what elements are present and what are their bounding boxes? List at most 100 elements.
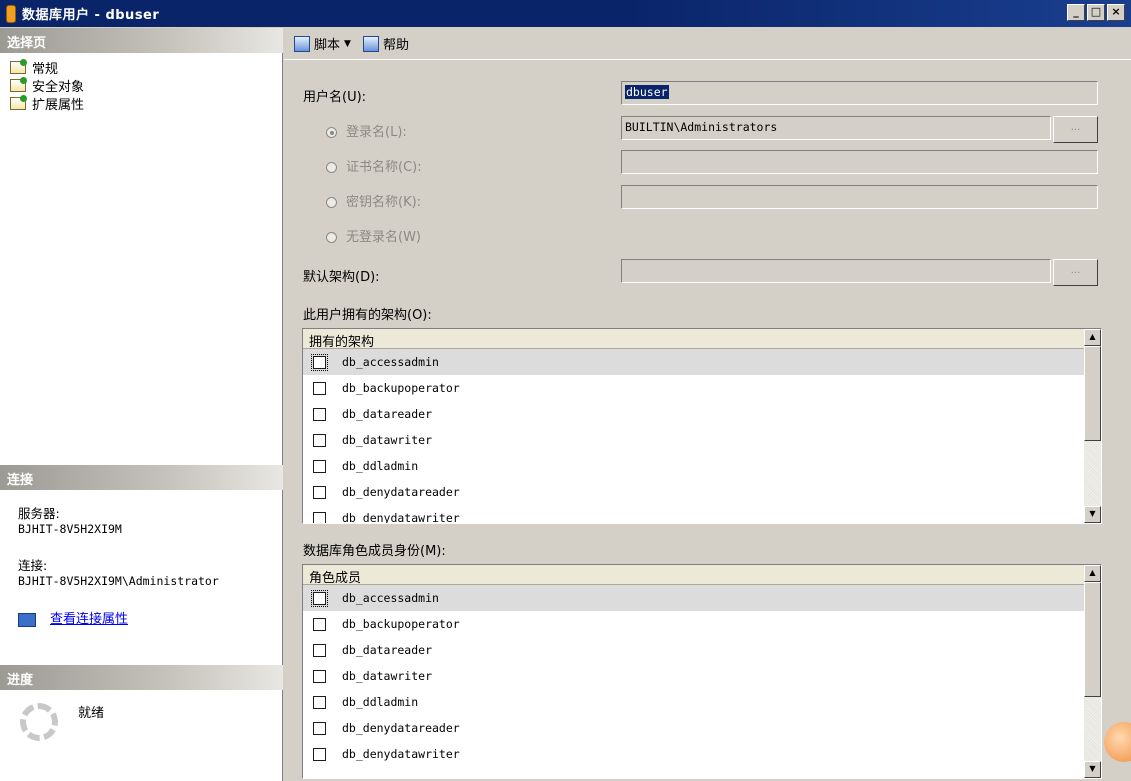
checkbox[interactable] (313, 643, 326, 657)
minimize-button[interactable]: _ (1067, 4, 1085, 21)
checkbox[interactable] (311, 589, 328, 607)
scroll-up-icon[interactable]: ▲ (1084, 329, 1101, 346)
chevron-down-icon[interactable]: ▼ (344, 39, 351, 49)
page-item-general[interactable]: 常规 (10, 58, 84, 77)
key-name-option[interactable]: 密钥名称(K): (326, 191, 421, 210)
help-icon (362, 35, 379, 52)
role-name: db_accessadmin (342, 591, 439, 605)
server-label: 服务器: (18, 506, 60, 521)
schema-name: db_datareader (342, 407, 433, 421)
checkbox[interactable] (313, 459, 326, 473)
maximize-button[interactable]: □ (1087, 4, 1105, 21)
checkbox[interactable] (313, 407, 326, 421)
checkbox[interactable] (313, 695, 326, 709)
role-name: db_backupoperator (342, 617, 460, 631)
general-page: 用户名(U): dbuser 登录名(L): BUILTIN\Administr… (284, 61, 1131, 781)
table-row[interactable]: db_accessadmin (303, 349, 1101, 375)
table-row[interactable]: db_denydatareader (303, 479, 1101, 505)
role-name: db_denydatawriter (342, 747, 460, 761)
table-row[interactable]: db_datawriter (303, 663, 1101, 689)
login-name-input[interactable]: BUILTIN\Administrators (621, 116, 1051, 140)
schema-name: db_ddladmin (342, 459, 419, 473)
left-pane: 选择页 常规 安全对象 扩展属性 连接 服务器: BJHIT-8V5H2XI9M… (0, 28, 283, 781)
page-list: 常规 安全对象 扩展属性 (10, 58, 85, 113)
page-item-extended-properties[interactable]: 扩展属性 (10, 94, 85, 113)
login-name-browse-button[interactable]: ... (1053, 116, 1098, 143)
username-input[interactable]: dbuser (621, 81, 1098, 105)
close-button[interactable]: × (1107, 4, 1125, 21)
checkbox[interactable] (313, 617, 326, 631)
scroll-down-icon[interactable]: ▼ (1084, 761, 1101, 778)
owned-schemas-grid: 拥有的架构 db_accessadmin db_backupoperator d… (302, 328, 1102, 524)
cert-name-input[interactable] (621, 150, 1098, 174)
checkbox[interactable] (313, 747, 326, 761)
default-schema-browse-button[interactable]: ... (1053, 259, 1098, 286)
connection-info: 连接: BJHIT-8V5H2XI9M\Administrator (18, 555, 219, 588)
schema-name: db_backupoperator (342, 381, 460, 395)
table-row[interactable]: db_ddladmin (303, 689, 1101, 715)
table-row[interactable]: db_ddladmin (303, 453, 1101, 479)
checkbox[interactable] (313, 485, 326, 499)
page-item-securables[interactable]: 安全对象 (10, 76, 85, 95)
progress-status: 就绪 (78, 706, 105, 721)
select-page-header: 选择页 (0, 28, 283, 53)
owned-schemas-column-header[interactable]: 拥有的架构 (303, 329, 1101, 350)
progress-header: 进度 (0, 665, 283, 690)
no-login-option[interactable]: 无登录名(W) (326, 226, 421, 245)
toolbar: 脚本 ▼ 帮助 (284, 28, 1131, 60)
scroll-thumb[interactable] (1084, 346, 1101, 441)
role-name: db_denydatareader (342, 721, 460, 735)
page-label: 安全对象 (32, 79, 85, 95)
database-icon (6, 4, 16, 23)
role-name: db_datareader (342, 643, 433, 657)
role-membership-grid: 角色成员 db_accessadmin db_backupoperator db… (302, 564, 1102, 779)
default-schema-input[interactable] (621, 259, 1051, 283)
role-name: db_datawriter (342, 669, 433, 683)
checkbox[interactable] (313, 721, 326, 735)
owned-schemas-scrollbar[interactable]: ▲ ▼ (1084, 329, 1101, 523)
table-row[interactable]: db_backupoperator (303, 611, 1101, 637)
table-row[interactable]: db_backupoperator (303, 375, 1101, 401)
script-icon (294, 35, 310, 52)
page-icon (10, 76, 27, 92)
role-membership-scrollbar[interactable]: ▲ ▼ (1084, 565, 1101, 778)
login-name-radio[interactable] (326, 127, 337, 138)
username-value: dbuser (625, 85, 669, 99)
table-row[interactable]: db_denydatawriter (303, 741, 1101, 767)
progress-spinner-icon (20, 703, 58, 741)
help-button[interactable]: 帮助 (359, 32, 413, 55)
checkbox[interactable] (313, 511, 326, 523)
table-row[interactable]: db_datareader (303, 637, 1101, 663)
table-row[interactable]: db_datareader (303, 401, 1101, 427)
cert-name-option[interactable]: 证书名称(C): (326, 156, 422, 175)
owned-schemas-label: 此用户拥有的架构(O): (303, 308, 432, 323)
role-membership-column-header[interactable]: 角色成员 (303, 565, 1101, 586)
view-connection-properties: 查看连接属性 (18, 608, 128, 627)
table-row[interactable]: db_datawriter (303, 427, 1101, 453)
username-label: 用户名(U): (303, 90, 367, 105)
page-label: 扩展属性 (32, 97, 85, 113)
table-row[interactable]: db_accessadmin (303, 585, 1101, 611)
view-connection-properties-link[interactable]: 查看连接属性 (50, 612, 128, 627)
checkbox[interactable] (311, 353, 328, 371)
key-name-label: 密钥名称(K): (346, 195, 422, 210)
scroll-up-icon[interactable]: ▲ (1084, 565, 1101, 582)
checkbox[interactable] (313, 433, 326, 447)
role-name: db_ddladmin (342, 695, 419, 709)
cert-name-radio[interactable] (326, 162, 337, 173)
scroll-thumb[interactable] (1084, 582, 1101, 697)
role-membership-label: 数据库角色成员身份(M): (303, 544, 446, 559)
key-name-input[interactable] (621, 185, 1098, 209)
schema-name: db_datawriter (342, 433, 433, 447)
no-login-radio[interactable] (326, 232, 337, 243)
key-name-radio[interactable] (326, 197, 337, 208)
login-name-option[interactable]: 登录名(L): (326, 121, 407, 140)
scroll-down-icon[interactable]: ▼ (1084, 506, 1101, 523)
connection-label: 连接: (18, 558, 48, 573)
checkbox[interactable] (313, 381, 326, 395)
table-row[interactable]: db_denydatareader (303, 715, 1101, 741)
script-button[interactable]: 脚本 ▼ (290, 32, 355, 55)
checkbox[interactable] (313, 669, 326, 683)
table-row[interactable]: db_denydatawriter (303, 505, 1101, 523)
page-icon (10, 94, 27, 110)
